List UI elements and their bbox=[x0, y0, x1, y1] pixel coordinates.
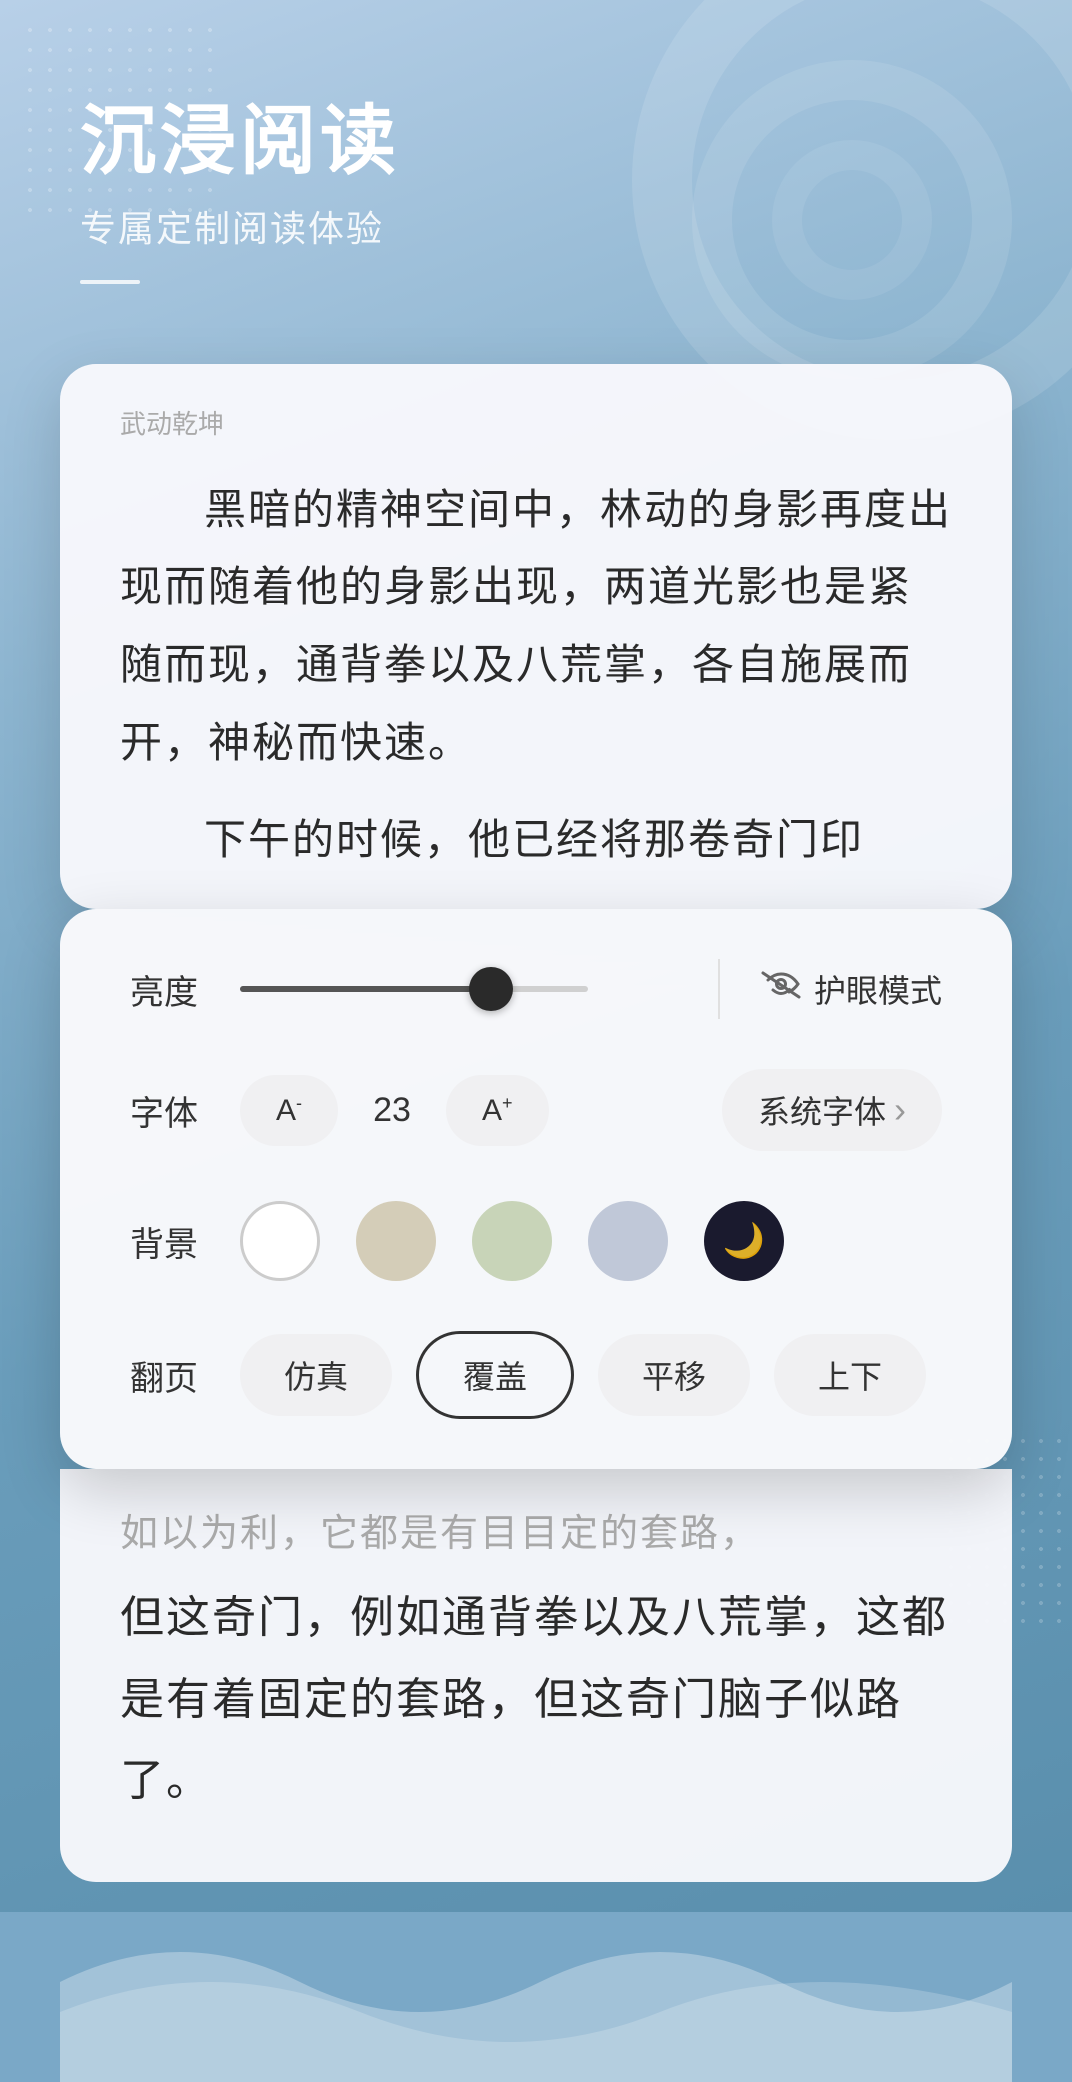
font-controls: A- 23 A+ 系统字体 › bbox=[240, 1069, 942, 1151]
page-turn-options: 仿真 覆盖 平移 上下 bbox=[240, 1331, 942, 1419]
bg-option-green[interactable] bbox=[472, 1201, 552, 1281]
font-decrease-button[interactable]: A- bbox=[240, 1075, 338, 1146]
main-title: 沉浸阅读 bbox=[80, 100, 992, 184]
font-decrease-icon: A- bbox=[276, 1093, 302, 1128]
book-content-bottom: 如以为利，它都是有目目定的套路， 但这奇门，例如通背拳以及八荒掌，这都是有着固定… bbox=[120, 1499, 952, 1821]
reading-card-bottom: 如以为利，它都是有目目定的套路， 但这奇门，例如通背拳以及八荒掌，这都是有着固定… bbox=[60, 1469, 1012, 1881]
page-turn-cover[interactable]: 覆盖 bbox=[416, 1331, 574, 1419]
eye-icon bbox=[760, 970, 802, 1008]
bg-option-dark[interactable]: 🌙 bbox=[704, 1201, 784, 1281]
sub-title: 专属定制阅读体验 bbox=[80, 200, 992, 252]
bg-option-beige[interactable] bbox=[356, 1201, 436, 1281]
reading-card-top: 武动乾坤 黑暗的精神空间中，林动的身影再度出现而随着他的身影出现，两道光影也是紧… bbox=[60, 364, 1012, 909]
header-section: 沉浸阅读 专属定制阅读体验 bbox=[0, 0, 1072, 344]
background-options: 🌙 bbox=[240, 1201, 942, 1281]
slider-thumb[interactable] bbox=[469, 967, 513, 1011]
font-family-label: 系统字体 bbox=[758, 1087, 886, 1133]
book-content-top: 黑暗的精神空间中，林动的身影再度出现而随着他的身影出现，两道光影也是紧随而现，通… bbox=[120, 471, 952, 879]
title-divider bbox=[80, 280, 140, 284]
brightness-label: 亮度 bbox=[130, 965, 240, 1014]
book-title: 武动乾坤 bbox=[120, 404, 952, 441]
font-increase-icon: A+ bbox=[482, 1093, 513, 1128]
brightness-row: 亮度 护眼模式 bbox=[130, 959, 942, 1019]
brightness-slider-wrapper[interactable] bbox=[240, 986, 638, 992]
page-turn-row: 翻页 仿真 覆盖 平移 上下 bbox=[130, 1331, 942, 1419]
font-family-arrow-icon: › bbox=[894, 1089, 906, 1131]
moon-icon: 🌙 bbox=[723, 1221, 765, 1261]
font-label: 字体 bbox=[130, 1086, 240, 1135]
eye-mode-label: 护眼模式 bbox=[814, 966, 942, 1012]
eye-mode-control[interactable]: 护眼模式 bbox=[760, 966, 942, 1012]
background-row: 背景 🌙 bbox=[130, 1201, 942, 1281]
font-increase-button[interactable]: A+ bbox=[446, 1075, 549, 1146]
background-label: 背景 bbox=[130, 1217, 240, 1266]
slider-track[interactable] bbox=[240, 986, 588, 992]
page-turn-slide[interactable]: 平移 bbox=[598, 1334, 750, 1416]
bg-option-blue[interactable] bbox=[588, 1201, 668, 1281]
settings-panel: 亮度 护眼模式 bbox=[60, 909, 1012, 1469]
page-turn-label: 翻页 bbox=[130, 1351, 240, 1400]
page-turn-scroll[interactable]: 上下 bbox=[774, 1334, 926, 1416]
page-turn-simulation[interactable]: 仿真 bbox=[240, 1334, 392, 1416]
slider-fill bbox=[240, 986, 491, 992]
font-row: 字体 A- 23 A+ 系统字体 › bbox=[130, 1069, 942, 1151]
font-family-button[interactable]: 系统字体 › bbox=[722, 1069, 942, 1151]
divider-line bbox=[718, 959, 720, 1019]
font-size-display: 23 bbox=[362, 1091, 422, 1130]
bg-option-white[interactable] bbox=[240, 1201, 320, 1281]
